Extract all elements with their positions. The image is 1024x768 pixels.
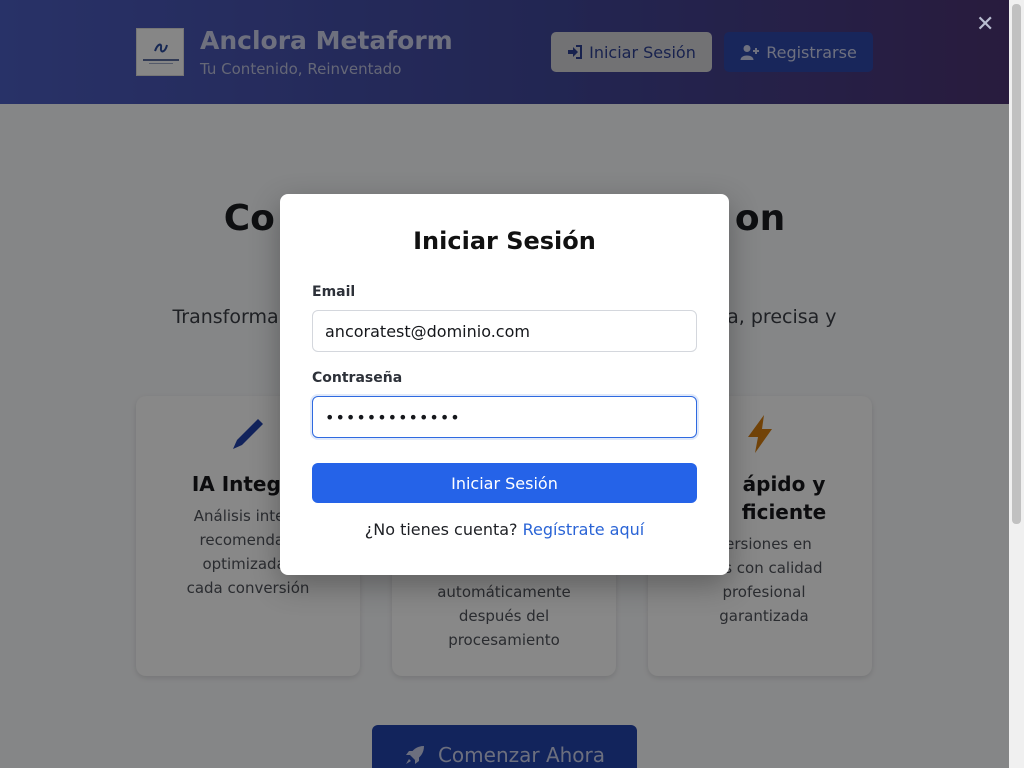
password-field[interactable]: [312, 396, 697, 438]
password-label: Contraseña: [312, 370, 403, 386]
signup-prompt: ¿No tienes cuenta? Regístrate aquí: [364, 520, 645, 539]
scrollbar-thumb[interactable]: [1012, 4, 1021, 524]
signup-link[interactable]: Regístrate aquí: [523, 520, 645, 539]
email-field[interactable]: [312, 310, 697, 352]
email-label: Email: [312, 284, 356, 300]
login-submit-button[interactable]: Iniciar Sesión: [312, 463, 697, 503]
close-icon[interactable]: ✕: [976, 14, 994, 36]
login-modal: Iniciar Sesión Email Contraseña Iniciar …: [280, 194, 729, 575]
modal-title: Iniciar Sesión: [413, 227, 596, 255]
